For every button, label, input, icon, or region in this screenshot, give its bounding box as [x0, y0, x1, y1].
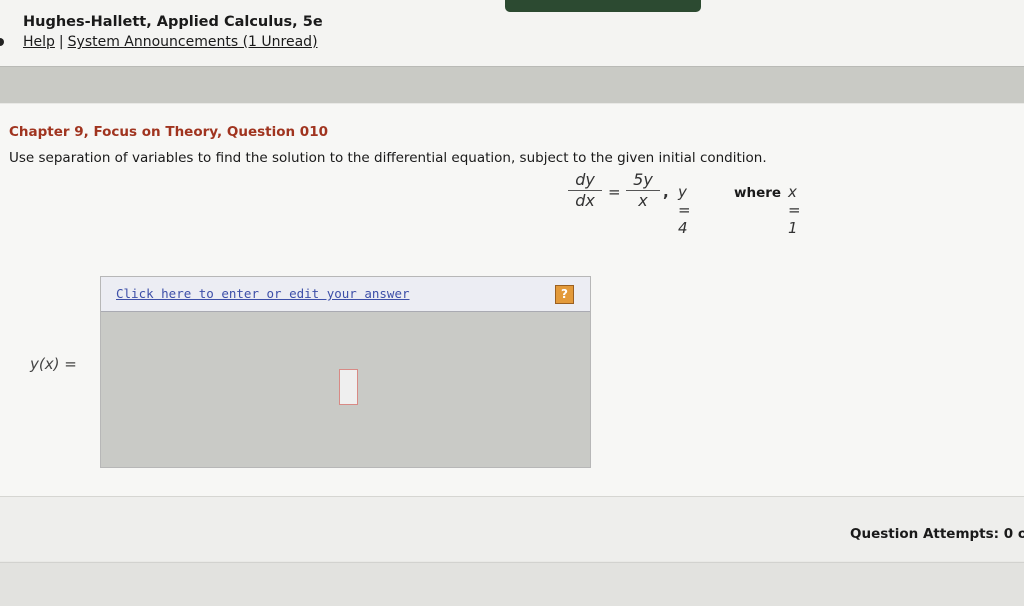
help-link[interactable]: Help — [23, 34, 55, 50]
initial-condition-y: y = 4 — [678, 183, 691, 237]
help-icon[interactable]: ? — [555, 285, 574, 304]
toolbar-band — [0, 66, 1024, 103]
where-label: where — [734, 185, 782, 201]
dx-denominator: dx — [575, 191, 595, 210]
dy-numerator: dy — [568, 170, 602, 191]
footer — [0, 562, 1024, 606]
comma: , — [663, 183, 669, 201]
header-nav: Help | System Announcements (1 Unread) — [23, 34, 318, 50]
system-announcements-link[interactable]: System Announcements (1 Unread) — [68, 34, 318, 50]
question-instructions: Use separation of variables to find the … — [9, 150, 767, 166]
5y-x-fraction: 5y x — [626, 170, 660, 211]
5y-numerator: 5y — [626, 170, 660, 191]
nav-separator: | — [58, 34, 64, 50]
question-attempts: Question Attempts: 0 of — [850, 526, 1024, 542]
answer-box[interactable]: Click here to enter or edit your answer … — [100, 276, 591, 468]
equals-sign: = — [608, 183, 621, 201]
dy-dx-fraction: dy dx — [568, 170, 602, 211]
initial-condition-x: x = 1 — [788, 183, 801, 237]
answer-label: y(x) = — [30, 355, 77, 373]
question-heading: Chapter 9, Focus on Theory, Question 010 — [9, 124, 328, 140]
book-title: Hughes-Hallett, Applied Calculus, 5e — [23, 14, 323, 30]
bullet-icon — [0, 38, 4, 46]
answer-input[interactable] — [339, 369, 358, 405]
x-denominator: x — [638, 191, 648, 210]
edit-answer-link[interactable]: Click here to enter or edit your answer — [116, 286, 410, 301]
top-banner-tab — [505, 0, 701, 12]
answer-toolbar: Click here to enter or edit your answer … — [101, 277, 590, 312]
